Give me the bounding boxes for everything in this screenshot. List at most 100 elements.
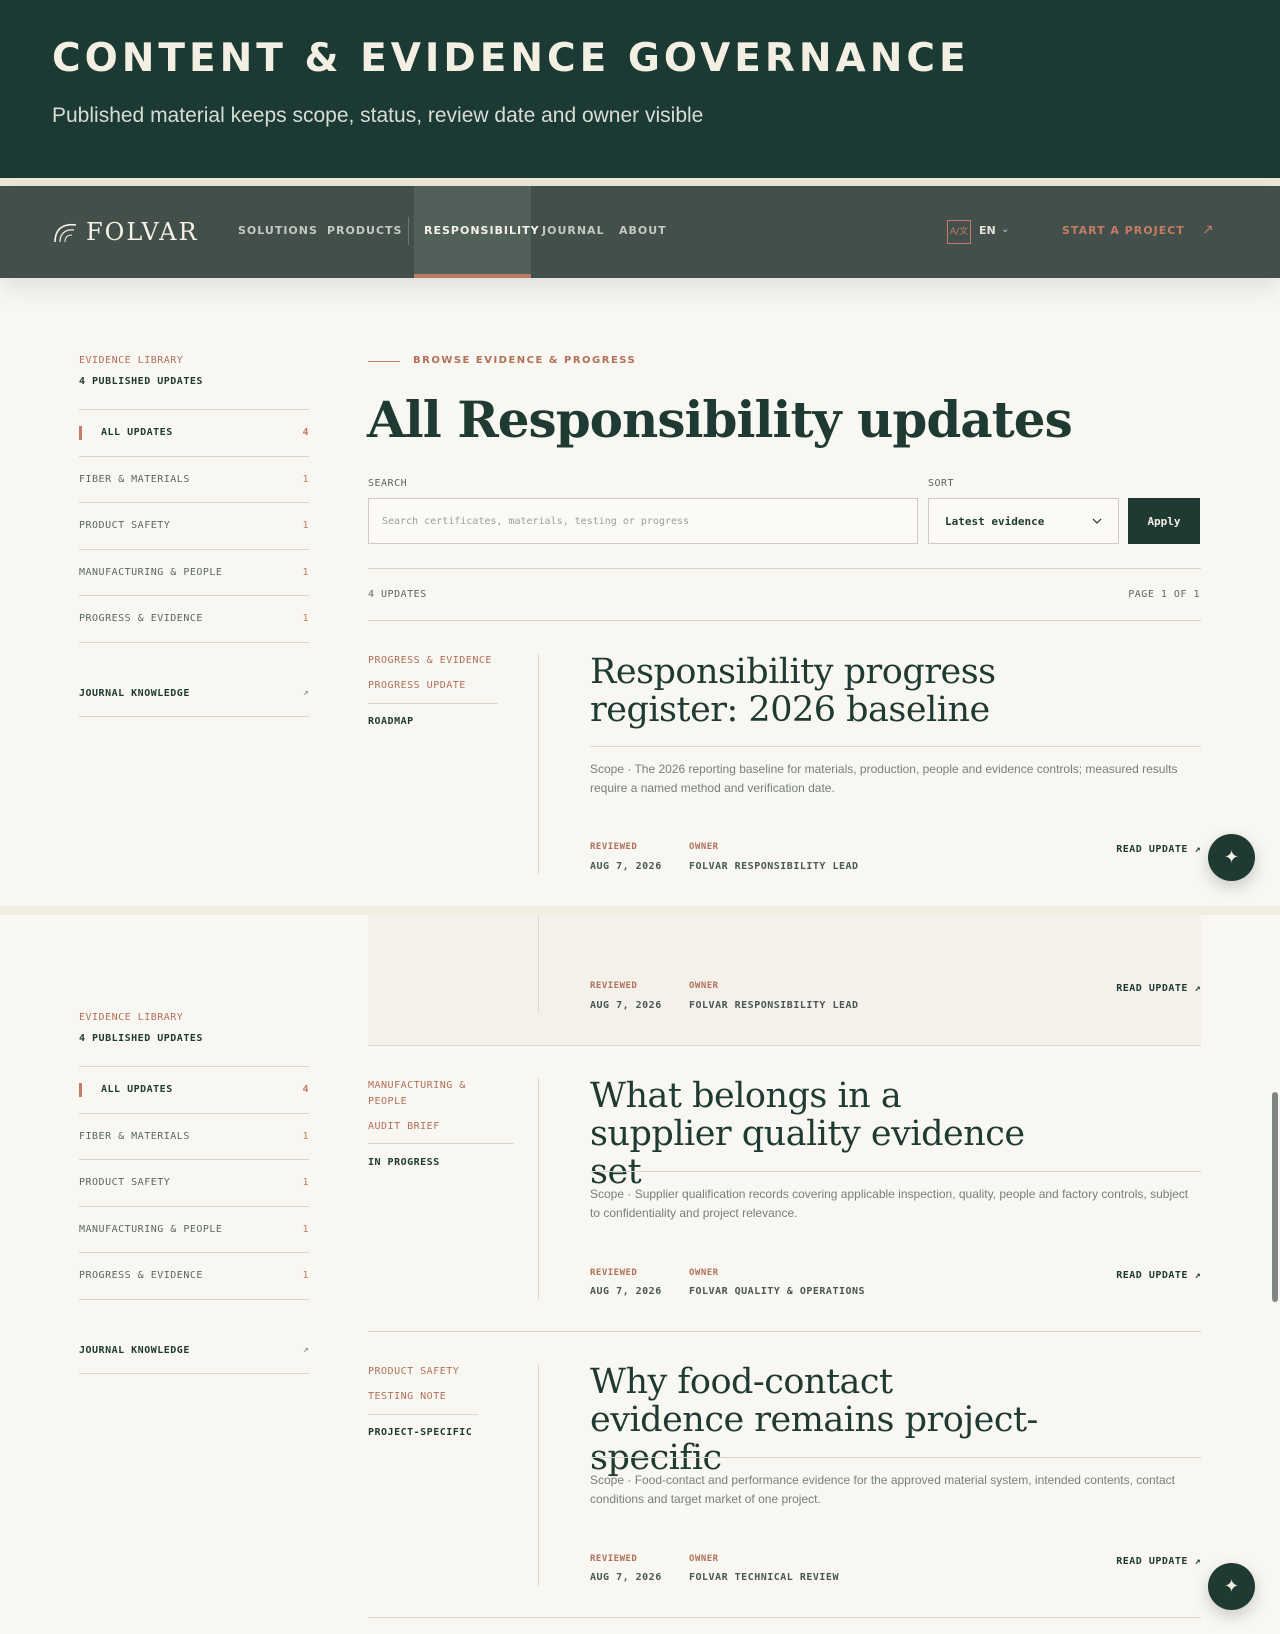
read-update-link[interactable]: READ UPDATE ↗ bbox=[1090, 844, 1201, 855]
card-category: PROGRESS & EVIDENCE bbox=[368, 655, 492, 666]
card-divider bbox=[538, 915, 539, 1013]
card-divider bbox=[538, 1078, 539, 1300]
apply-button[interactable]: Apply bbox=[1128, 498, 1200, 544]
card-title-link[interactable]: Why food-contact evidence remains projec… bbox=[590, 1363, 1040, 1477]
evidence-sidebar-sticky: EVIDENCE LIBRARY 4 PUBLISHED UPDATES ALL… bbox=[79, 1012, 309, 1374]
results-count: 4 UPDATES bbox=[368, 589, 427, 600]
read-update-link[interactable]: READ UPDATE ↗ bbox=[1090, 1270, 1201, 1281]
sidebar-item-product-safety[interactable]: PRODUCT SAFETY 1 bbox=[79, 503, 309, 550]
nav-link-about[interactable]: ABOUT bbox=[619, 224, 667, 237]
logo-wave-icon bbox=[54, 223, 77, 243]
card-separator bbox=[368, 1331, 1201, 1332]
card-meta-rule bbox=[368, 1143, 514, 1144]
card-title-rule bbox=[590, 1457, 1201, 1458]
nav-link-responsibility[interactable]: RESPONSIBILITY bbox=[424, 224, 540, 237]
nav-link-journal[interactable]: JOURNAL bbox=[542, 224, 605, 237]
sidebar-count: 4 PUBLISHED UPDATES bbox=[79, 1033, 203, 1044]
card-scope: Scope · Food-contact and performance evi… bbox=[590, 1473, 1175, 1506]
sidebar-item-all-updates[interactable]: ALL UPDATES 4 bbox=[79, 410, 309, 457]
sidebar-item-label: PRODUCT SAFETY bbox=[79, 520, 171, 532]
nav-link-products[interactable]: PRODUCTS bbox=[327, 224, 402, 237]
nav-link-solutions[interactable]: SOLUTIONS bbox=[238, 224, 318, 237]
start-project-link[interactable]: START A PROJECT bbox=[1062, 224, 1185, 237]
sidebar-item-label: ALL UPDATES bbox=[101, 1084, 173, 1096]
sort-value: Latest evidence bbox=[945, 514, 1045, 528]
sidebar-item-manufacturing-people[interactable]: MANUFACTURING & PEOPLE 1 bbox=[79, 550, 309, 596]
owner-value: FOLVAR RESPONSIBILITY LEAD bbox=[689, 861, 859, 872]
reviewed-label: REVIEWED bbox=[590, 981, 638, 991]
sidebar-filter-list: ALL UPDATES 4 FIBER & MATERIALS 1 PRODUCT … bbox=[79, 1066, 309, 1300]
journal-knowledge-link[interactable]: JOURNAL KNOWLEDGE ↗ bbox=[79, 671, 309, 717]
card-scope: Scope · Supplier qualification records c… bbox=[590, 1187, 1189, 1220]
arrow-up-right-icon: ↗ bbox=[303, 1345, 309, 1355]
sidebar-item-label: PROGRESS & EVIDENCE bbox=[79, 1270, 203, 1282]
journal-knowledge-label: JOURNAL KNOWLEDGE bbox=[79, 1344, 190, 1356]
translate-icon[interactable]: A/文 bbox=[947, 220, 971, 244]
language-selector[interactable]: EN bbox=[979, 224, 996, 237]
read-update-link[interactable]: READ UPDATE ↗ bbox=[1090, 1556, 1201, 1567]
sidebar-item-fiber-materials[interactable]: FIBER & MATERIALS 1 bbox=[79, 1114, 309, 1160]
banner-subtitle: Published material keeps scope, status, … bbox=[52, 104, 704, 127]
sidebar-item-fiber-materials[interactable]: FIBER & MATERIALS 1 bbox=[79, 457, 309, 503]
sidebar-item-count: 1 bbox=[302, 566, 309, 578]
sidebar-item-manufacturing-people[interactable]: MANUFACTURING & PEOPLE 1 bbox=[79, 1207, 309, 1253]
sparkle-assistant-button[interactable]: ✦ bbox=[1208, 834, 1255, 881]
banner-gap bbox=[0, 178, 1280, 186]
sidebar-item-count: 1 bbox=[302, 473, 309, 485]
scroll-seam bbox=[0, 906, 1280, 915]
card-title-link[interactable]: Responsibility progress register: 2026 b… bbox=[590, 653, 1010, 729]
results-divider bbox=[368, 568, 1201, 569]
card-title-link[interactable]: What belongs in a supplier quality evide… bbox=[590, 1077, 1030, 1191]
read-update-link[interactable]: READ UPDATE ↗ bbox=[1090, 983, 1201, 994]
owner-label: OWNER bbox=[689, 1268, 719, 1278]
card-type: AUDIT BRIEF bbox=[368, 1121, 440, 1132]
chevron-down-icon[interactable]: ⌄ bbox=[1001, 224, 1009, 235]
top-navigation: FOLVAR SOLUTIONS PRODUCTS RESPONSIBILITY… bbox=[0, 186, 1280, 278]
sidebar-item-product-safety[interactable]: PRODUCT SAFETY 1 bbox=[79, 1160, 309, 1207]
card-separator bbox=[368, 1045, 1201, 1046]
sort-label: SORT bbox=[928, 478, 955, 489]
sidebar-item-count: 1 bbox=[302, 1223, 309, 1235]
sidebar-item-all-updates[interactable]: ALL UPDATES 4 bbox=[79, 1067, 309, 1114]
card-scope: Scope · The 2026 reporting baseline for … bbox=[590, 762, 1178, 795]
owner-label: OWNER bbox=[689, 842, 719, 852]
nav-active-indicator bbox=[414, 274, 531, 278]
sidebar-item-count: 1 bbox=[302, 1177, 309, 1189]
governance-banner: CONTENT & EVIDENCE GOVERNANCE Published … bbox=[0, 0, 1280, 178]
scrollbar-thumb[interactable] bbox=[1272, 1092, 1278, 1302]
owner-value: FOLVAR TECHNICAL REVIEW bbox=[689, 1572, 839, 1583]
reviewed-date: AUG 7, 2026 bbox=[590, 861, 662, 872]
sidebar-item-label: ALL UPDATES bbox=[101, 427, 173, 439]
arrow-up-right-icon: ↗ bbox=[303, 688, 309, 698]
card-separator bbox=[368, 1617, 1201, 1618]
card-divider bbox=[538, 1364, 539, 1586]
card-type: TESTING NOTE bbox=[368, 1391, 447, 1402]
card-category: MANUFACTURING & PEOPLE bbox=[368, 1080, 466, 1107]
card-type: PROGRESS UPDATE bbox=[368, 680, 466, 691]
sidebar-item-count: 1 bbox=[302, 613, 309, 625]
search-label: SEARCH bbox=[368, 478, 408, 489]
sidebar-item-progress-evidence[interactable]: PROGRESS & EVIDENCE 1 bbox=[79, 1253, 309, 1300]
sidebar-item-label: FIBER & MATERIALS bbox=[79, 473, 190, 485]
sidebar-count: 4 PUBLISHED UPDATES bbox=[79, 376, 203, 387]
card-meta-rule bbox=[368, 703, 498, 704]
owner-label: OWNER bbox=[689, 1554, 719, 1564]
sidebar-item-progress-evidence[interactable]: PROGRESS & EVIDENCE 1 bbox=[79, 596, 309, 643]
results-divider bbox=[368, 620, 1201, 621]
card-meta-rule bbox=[368, 1414, 478, 1415]
arrow-up-right-icon[interactable]: ↗ bbox=[1202, 221, 1214, 238]
sidebar-eyebrow: EVIDENCE LIBRARY bbox=[79, 355, 184, 366]
sidebar-item-count: 1 bbox=[302, 1270, 309, 1282]
sort-select[interactable]: Latest evidence bbox=[928, 498, 1119, 544]
card-status: ROADMAP bbox=[368, 716, 414, 727]
eyebrow-rule bbox=[368, 361, 400, 362]
folvar-logo[interactable]: FOLVAR bbox=[52, 218, 199, 246]
journal-knowledge-link[interactable]: JOURNAL KNOWLEDGE ↗ bbox=[79, 1328, 309, 1374]
page-title: All Responsibility updates bbox=[367, 390, 1073, 449]
results-page-indicator: PAGE 1 OF 1 bbox=[1128, 589, 1200, 600]
search-input[interactable] bbox=[368, 498, 918, 544]
evidence-sidebar: EVIDENCE LIBRARY 4 PUBLISHED UPDATES ALL… bbox=[79, 355, 309, 717]
card-status: IN PROGRESS bbox=[368, 1157, 440, 1168]
card-status: PROJECT-SPECIFIC bbox=[368, 1427, 473, 1438]
sparkle-assistant-button[interactable]: ✦ bbox=[1208, 1563, 1255, 1610]
